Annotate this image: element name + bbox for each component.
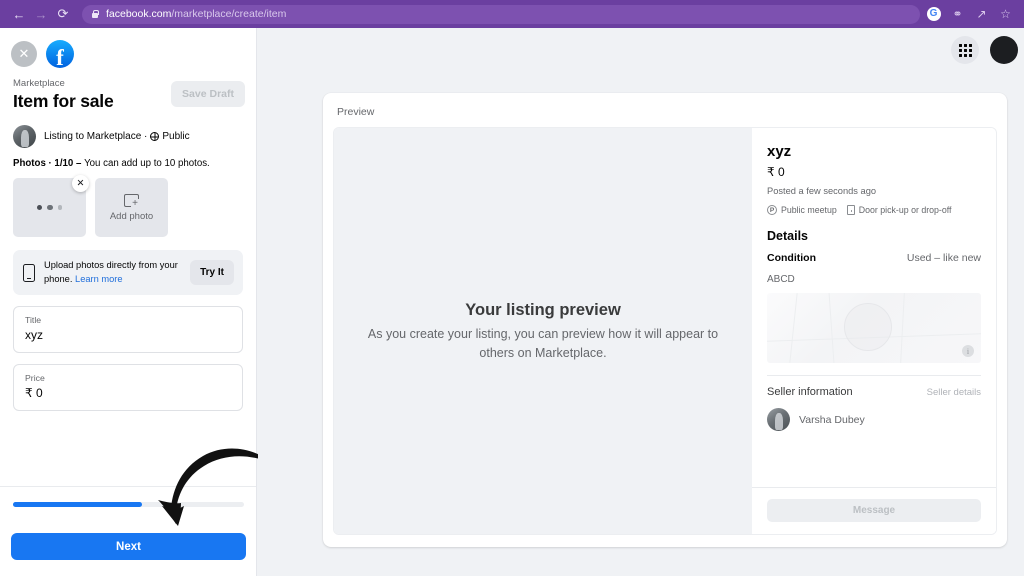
seller-details-link[interactable]: Seller details xyxy=(927,387,981,398)
seller-information-title: Seller information xyxy=(767,386,853,399)
browser-toolbar: ← → ⟳ facebook.com/marketplace/create/it… xyxy=(0,0,1024,28)
next-button[interactable]: Next xyxy=(11,533,246,560)
preview-card: Preview Your listing preview As you crea… xyxy=(323,93,1007,547)
lock-icon xyxy=(91,10,99,19)
apps-grid-icon[interactable] xyxy=(951,36,979,64)
listing-posted-time: Posted a few seconds ago xyxy=(767,186,877,197)
facebook-logo-icon[interactable] xyxy=(46,40,74,69)
globe-icon xyxy=(150,132,160,142)
title-group: Marketplace Item for sale xyxy=(13,77,114,113)
back-arrow-icon[interactable]: ← xyxy=(8,3,30,25)
forward-arrow-icon[interactable]: → xyxy=(30,3,52,25)
remove-photo-icon[interactable]: ✕ xyxy=(72,175,89,193)
page-body: ✕ Marketplace Item for sale Save Draft L… xyxy=(0,28,1024,576)
photos-count: Photos · 1/10 – xyxy=(13,158,85,170)
map-location-circle xyxy=(844,303,893,352)
add-photo-tile[interactable]: Add photo xyxy=(95,178,168,238)
url-path: /marketplace/create/item xyxy=(171,8,287,20)
progress-bar-fill xyxy=(13,502,143,507)
detail-value-condition: Used – like new xyxy=(906,252,981,265)
photo-tiles: ✕ Add photo xyxy=(0,169,256,238)
door-pickup-icon xyxy=(846,205,855,216)
tag-public-meetup-label: Public meetup xyxy=(781,205,837,216)
preview-label: Preview xyxy=(337,106,375,118)
details-heading: Details xyxy=(767,229,808,244)
audience-row: Listing to Marketplace · Public xyxy=(0,113,256,149)
preview-area: Preview Your listing preview As you crea… xyxy=(258,28,1024,576)
title-input-value: xyz xyxy=(25,328,43,343)
upload-hint-text: Upload photos directly from your phone. … xyxy=(44,260,178,284)
phone-icon xyxy=(23,263,35,282)
price-input[interactable]: Price ₹ 0 xyxy=(13,364,243,412)
preview-empty-body: As you create your listing, you can prev… xyxy=(367,326,719,361)
reload-icon[interactable]: ⟳ xyxy=(52,3,74,25)
topbar-icons xyxy=(951,36,1018,64)
map-info-icon[interactable]: i xyxy=(962,345,974,358)
try-it-button[interactable]: Try It xyxy=(190,260,234,286)
save-draft-button[interactable]: Save Draft xyxy=(171,81,245,107)
tag-door-pickup-label: Door pick-up or drop-off xyxy=(858,205,952,216)
listing-composer-panel: ✕ Marketplace Item for sale Save Draft L… xyxy=(0,28,276,576)
composer-title-row: Marketplace Item for sale Save Draft xyxy=(0,68,256,113)
listing-price: ₹ 0 xyxy=(767,164,785,179)
composer-header: ✕ xyxy=(0,28,256,69)
seller-avatar xyxy=(767,408,790,432)
detail-key-condition: Condition xyxy=(767,252,816,265)
listing-tags: P Public meetup Door pick-up or drop-off xyxy=(767,205,981,216)
public-meetup-icon: P xyxy=(767,205,777,216)
google-profile-icon[interactable]: G xyxy=(926,7,941,22)
share-icon[interactable]: ↗ xyxy=(974,7,989,22)
audience-privacy: Public xyxy=(162,131,190,143)
title-input-label: Title xyxy=(25,314,42,325)
progress-bar xyxy=(13,502,244,507)
add-photo-icon xyxy=(123,193,139,209)
password-key-icon[interactable]: ⚭ xyxy=(950,7,965,22)
account-avatar-icon[interactable] xyxy=(990,36,1018,64)
address-bar[interactable]: facebook.com/marketplace/create/item xyxy=(82,4,920,24)
listing-title: xyz xyxy=(767,143,792,160)
price-input-value: ₹ 0 xyxy=(25,386,43,401)
tag-public-meetup: P Public meetup xyxy=(767,205,837,216)
divider xyxy=(0,486,256,487)
audience-label: Listing to Marketplace · Public xyxy=(44,131,190,142)
add-photo-inner: Add photo xyxy=(109,193,154,222)
message-button[interactable]: Message xyxy=(767,499,981,522)
page-title: Item for sale xyxy=(13,91,114,112)
photos-count-label: Photos · 1/10 – You can add up to 10 pho… xyxy=(0,148,256,169)
breadcrumb: Marketplace xyxy=(13,78,65,89)
location-map-thumbnail[interactable]: i xyxy=(767,293,981,364)
seller-information-header: Seller information Seller details xyxy=(767,386,981,398)
photo-thumbnail-uploading[interactable]: ✕ xyxy=(13,175,89,238)
loading-dots-icon xyxy=(36,204,63,211)
photos-hint: You can add up to 10 photos. xyxy=(84,158,210,170)
preview-empty-title: Your listing preview xyxy=(465,300,621,319)
upload-from-phone-banner: Upload photos directly from your phone. … xyxy=(13,250,243,295)
detail-row: Condition Used – like new xyxy=(767,252,981,264)
bookmark-star-icon[interactable]: ☆ xyxy=(998,7,1013,22)
audience-text: Listing to Marketplace · xyxy=(44,131,148,143)
listing-detail-pane: xyz ₹ 0 Posted a few seconds ago P Publi… xyxy=(752,128,996,534)
url-host: facebook.com xyxy=(106,8,172,20)
browser-toolbar-actions: G ⚭ ↗ ☆ xyxy=(926,7,1013,22)
title-input[interactable]: Title xyz xyxy=(13,305,243,354)
preview-body: Your listing preview As you create your … xyxy=(333,127,997,535)
message-action-bar: Message xyxy=(752,487,996,534)
close-icon[interactable]: ✕ xyxy=(11,41,37,67)
preview-empty-state: Your listing preview As you create your … xyxy=(334,128,752,534)
listing-description: ABCD xyxy=(767,274,795,286)
price-input-label: Price xyxy=(25,373,45,384)
seller-name: Varsha Dubey xyxy=(799,413,865,426)
avatar xyxy=(13,125,36,149)
tag-door-pickup: Door pick-up or drop-off xyxy=(846,205,952,216)
seller-row: Varsha Dubey xyxy=(767,408,981,432)
divider xyxy=(767,375,981,377)
url-text: facebook.com/marketplace/create/item xyxy=(106,8,286,20)
learn-more-link[interactable]: Learn more xyxy=(75,274,123,284)
add-photo-label: Add photo xyxy=(109,210,154,222)
